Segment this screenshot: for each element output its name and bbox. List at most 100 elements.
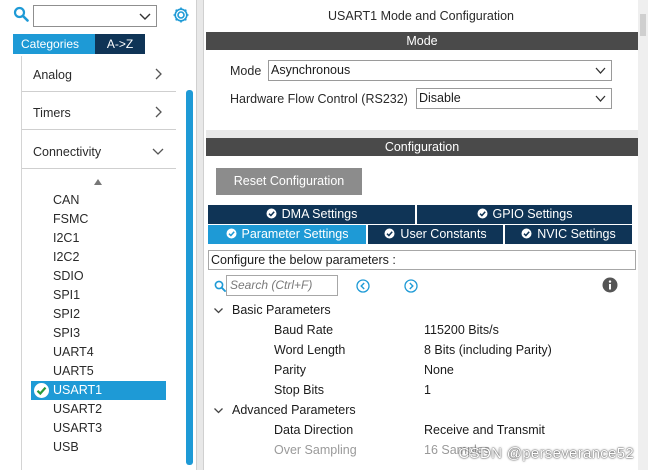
left-scrollbar[interactable]: [186, 90, 193, 465]
tab-label: GPIO Settings: [492, 207, 573, 221]
info-icon[interactable]: [602, 277, 618, 293]
chevron-down-icon: [152, 148, 164, 155]
chevron-down-icon: [595, 95, 606, 102]
list-item-uart4[interactable]: UART4: [53, 343, 94, 362]
reset-configuration-button[interactable]: Reset Configuration: [216, 168, 362, 195]
list-item-spi1[interactable]: SPI1: [53, 286, 80, 305]
hwfc-label: Hardware Flow Control (RS232): [230, 92, 408, 106]
category-analog[interactable]: Analog: [22, 56, 176, 92]
check-circle-icon: [266, 208, 277, 219]
tab-nvic-settings[interactable]: NVIC Settings: [505, 225, 632, 244]
chevron-down-icon[interactable]: [213, 405, 224, 416]
category-label: Analog: [33, 68, 72, 82]
mode-header: Mode: [206, 32, 638, 50]
list-item-can[interactable]: CAN: [53, 191, 79, 210]
search-combobox[interactable]: [33, 5, 157, 27]
left-search-row: [0, 0, 196, 32]
section-divider: [206, 130, 638, 138]
list-item-spi3[interactable]: SPI3: [53, 324, 80, 343]
tab-label: User Constants: [400, 227, 487, 241]
param-key: Stop Bits: [274, 383, 325, 397]
list-item-usart1[interactable]: USART1: [31, 381, 166, 400]
list-item-usart3[interactable]: USART3: [53, 419, 102, 438]
configuration-section: Reset Configuration DMA Settings GPIO Se…: [206, 156, 638, 470]
check-circle-icon: [34, 383, 49, 398]
group-basic-parameters[interactable]: Basic Parameters: [206, 300, 638, 320]
group-advanced-parameters[interactable]: Advanced Parameters: [206, 400, 638, 420]
category-list: Analog Timers Connectivity: [21, 56, 196, 470]
right-scrollbar[interactable]: [638, 0, 648, 470]
chevron-down-icon: [595, 67, 606, 74]
scroll-up-arrow-icon[interactable]: [93, 178, 103, 186]
param-row[interactable]: Word Length 8 Bits (including Parity): [206, 340, 638, 360]
category-label: Timers: [33, 106, 71, 120]
configuration-header: Configuration: [206, 138, 638, 156]
category-label: Connectivity: [33, 145, 102, 159]
next-match-icon[interactable]: [404, 279, 418, 293]
param-value[interactable]: 8 Bits (including Parity): [424, 340, 552, 360]
list-item-spi2[interactable]: SPI2: [53, 305, 80, 324]
page-title: USART1 Mode and Configuration: [328, 9, 514, 23]
left-pane: Categories A->Z Analog Timers Connectivi…: [0, 0, 196, 470]
check-circle-icon: [384, 228, 395, 239]
chevron-down-icon[interactable]: [138, 9, 152, 23]
list-item-usb[interactable]: USB: [53, 438, 79, 457]
param-value[interactable]: 115200 Bits/s: [424, 320, 499, 340]
list-item-i2c1[interactable]: I2C1: [53, 229, 79, 248]
search-icon[interactable]: [13, 6, 29, 22]
previous-match-icon[interactable]: [356, 279, 370, 293]
check-circle-icon: [226, 228, 236, 239]
list-item-fsmc[interactable]: FSMC: [53, 210, 88, 229]
param-row[interactable]: Data Direction Receive and Transmit: [206, 420, 638, 440]
param-value[interactable]: None: [424, 360, 454, 380]
mode-label: Mode: [230, 64, 262, 78]
watermark: CSDN @perseverance52: [458, 445, 634, 462]
tab-gpio-settings[interactable]: GPIO Settings: [417, 205, 632, 224]
tab-a-to-z[interactable]: A->Z: [95, 34, 145, 54]
scrollbar-thumb[interactable]: [640, 14, 646, 36]
search-icon[interactable]: [214, 280, 226, 292]
list-item-uart5[interactable]: UART5: [53, 362, 94, 381]
list-item-label: USART1: [53, 383, 103, 397]
param-key: Word Length: [274, 343, 346, 357]
view-mode-tabs: Categories A->Z: [13, 34, 145, 54]
param-key: Parity: [274, 363, 306, 377]
tab-categories[interactable]: Categories: [13, 34, 95, 54]
hwfc-select[interactable]: Disable: [416, 88, 612, 109]
mode-select[interactable]: Asynchronous: [268, 60, 612, 81]
mode-value: Asynchronous: [271, 63, 351, 77]
pane-splitter[interactable]: [196, 0, 204, 470]
tab-dma-settings[interactable]: DMA Settings: [208, 205, 415, 224]
hwfc-value: Disable: [419, 91, 461, 105]
param-row[interactable]: Parity None: [206, 360, 638, 380]
tab-label: NVIC Settings: [537, 227, 616, 241]
param-value[interactable]: 1: [424, 380, 431, 400]
param-row[interactable]: Stop Bits 1: [206, 380, 638, 400]
list-item-sdio[interactable]: SDIO: [53, 267, 84, 286]
param-key: Data Direction: [274, 423, 354, 437]
chevron-right-icon: [155, 106, 162, 118]
list-item-i2c2[interactable]: I2C2: [53, 248, 79, 267]
parameters-info-bar: Configure the below parameters :: [208, 250, 636, 270]
param-key: Baud Rate: [274, 323, 334, 337]
gear-icon[interactable]: [172, 6, 190, 24]
mode-section: Mode Asynchronous Hardware Flow Control …: [206, 50, 638, 130]
tab-user-constants[interactable]: User Constants: [368, 225, 503, 244]
group-label: Basic Parameters: [232, 303, 331, 317]
chevron-down-icon[interactable]: [213, 305, 224, 316]
category-timers[interactable]: Timers: [22, 94, 176, 130]
list-item-usart2[interactable]: USART2: [53, 400, 102, 419]
tab-parameter-settings[interactable]: Parameter Settings: [208, 225, 366, 244]
tab-label: Parameter Settings: [241, 227, 349, 241]
check-circle-icon: [521, 228, 532, 239]
group-label: Advanced Parameters: [232, 403, 356, 417]
right-pane: USART1 Mode and Configuration Mode Mode …: [204, 0, 648, 470]
chevron-right-icon: [155, 68, 162, 80]
tab-label: DMA Settings: [281, 207, 358, 221]
category-connectivity[interactable]: Connectivity: [22, 133, 176, 169]
param-value[interactable]: Receive and Transmit: [424, 420, 545, 440]
param-key: Over Sampling: [274, 443, 357, 457]
param-row[interactable]: Baud Rate 115200 Bits/s: [206, 320, 638, 340]
parameter-search-input[interactable]: Search (Ctrl+F): [226, 275, 338, 296]
check-circle-icon: [477, 208, 488, 219]
